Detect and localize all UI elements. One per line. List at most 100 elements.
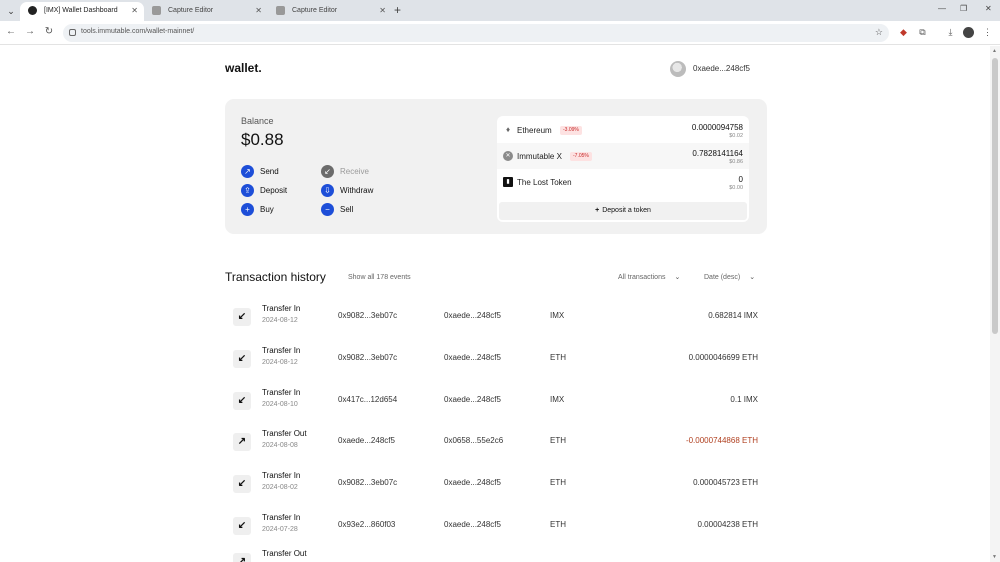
close-window-icon[interactable]: ✕ [985, 4, 992, 13]
site-info-icon[interactable] [69, 29, 76, 36]
withdraw-button[interactable]: ⇩ Withdraw [321, 184, 373, 197]
minus-icon: − [321, 203, 334, 216]
browser-tab-strip: ⌄ [IMX] Wallet Dashboard ✕ Capture Edito… [0, 0, 1000, 21]
arrow-down-left-icon: ↙ [233, 392, 251, 410]
profile-avatar-icon[interactable] [963, 27, 974, 38]
transaction-to: 0xaede...248cf5 [444, 353, 501, 362]
receive-button[interactable]: ↙ Receive [321, 165, 369, 178]
transaction-value: 0.1 IMX [730, 395, 758, 404]
sell-button[interactable]: − Sell [321, 203, 353, 216]
transaction-date: 2024-08-10 [262, 401, 298, 408]
token-row-immutable-x[interactable]: ✕ Immutable X -7.05% 0.7828141164 $0.86 [497, 143, 749, 169]
transaction-row[interactable]: ↙ Transfer In 2024-08-10 0x417c...12d654… [225, 388, 767, 424]
show-all-events-link[interactable]: Show all 178 events [348, 274, 411, 281]
balance-label: Balance [241, 116, 274, 126]
deposit-a-token-label: Deposit a token [602, 207, 651, 214]
transaction-to: 0xaede...248cf5 [444, 395, 501, 404]
token-amount: 0 [738, 175, 743, 184]
deposit-icon: ⇪ [241, 184, 254, 197]
sort-order-select[interactable]: Date (desc) ⌄ [704, 273, 755, 281]
account-menu[interactable]: 0xaede...248cf5 [670, 60, 750, 77]
wallet-logo[interactable]: wallet. [225, 61, 262, 75]
tab-title: Capture Editor [292, 7, 338, 14]
balance-card: Balance $0.88 ↗ Send ↙ Receive ⇪ Deposit… [225, 99, 767, 234]
arrow-down-left-icon: ↙ [233, 475, 251, 493]
transaction-date: 2024-08-02 [262, 484, 298, 491]
scrollbar-thumb[interactable] [992, 58, 998, 334]
withdraw-icon: ⇩ [321, 184, 334, 197]
transaction-from: 0x9082...3eb07c [338, 311, 398, 320]
scroll-down-icon[interactable]: ▼ [992, 554, 997, 560]
browser-menu-icon[interactable]: ⋮ [982, 27, 993, 38]
transaction-type-filter[interactable]: All transactions ⌄ [618, 273, 680, 281]
browser-tab-capture-editor-1[interactable]: Capture Editor ✕ [144, 2, 268, 21]
new-tab-icon[interactable]: + [394, 3, 401, 17]
send-button[interactable]: ↗ Send [241, 165, 279, 178]
transaction-row[interactable]: ↙ Transfer In 2024-08-12 0x9082...3eb07c… [225, 346, 767, 382]
transaction-date: 2024-08-12 [262, 359, 298, 366]
transaction-token: ETH [550, 520, 566, 529]
transaction-type: Transfer In [262, 513, 301, 522]
transaction-date: 2024-08-12 [262, 317, 298, 324]
token-row-ethereum[interactable]: ♦ Ethereum -3.09% 0.0000094758 $0.02 [497, 117, 749, 143]
close-tab-icon[interactable]: ✕ [131, 2, 138, 19]
transaction-row[interactable]: ↗ Transfer Out [225, 549, 767, 562]
download-icon[interactable]: ⤓ [945, 27, 956, 38]
transaction-type: Transfer In [262, 388, 301, 397]
back-icon[interactable]: ← [5, 26, 17, 37]
account-avatar [670, 60, 686, 77]
transaction-date: 2024-08-08 [262, 442, 298, 449]
close-tab-icon[interactable]: ✕ [379, 2, 386, 19]
transaction-row[interactable]: ↙ Transfer In 2024-08-12 0x9082...3eb07c… [225, 304, 767, 340]
token-fiat-value: $0.00 [729, 185, 743, 191]
token-fiat-value: $0.02 [729, 133, 743, 139]
transaction-to: 0x0658...55e2c6 [444, 436, 504, 445]
plus-icon: + [595, 207, 600, 214]
transaction-token: IMX [550, 311, 565, 320]
transaction-row[interactable]: ↙ Transfer In 2024-07-28 0x93e2...860f03… [225, 513, 767, 549]
send-label: Send [260, 167, 279, 176]
buy-button[interactable]: + Buy [241, 203, 274, 216]
transaction-token: ETH [550, 353, 566, 362]
transaction-from: 0xaede...248cf5 [338, 436, 395, 445]
transaction-token: ETH [550, 436, 566, 445]
page-scrollbar[interactable]: ▲ ▼ [990, 46, 1000, 562]
restore-icon[interactable]: ❐ [960, 4, 967, 13]
extensions-icon[interactable]: ⧉ [917, 27, 928, 38]
close-tab-icon[interactable]: ✕ [255, 2, 262, 19]
transaction-type-filter-label: All transactions [618, 274, 666, 281]
token-row-the-lost-token[interactable]: ▮ The Lost Token 0 $0.00 [497, 169, 749, 195]
address-bar[interactable]: tools.immutable.com/wallet-mainnet/ ☆ [63, 24, 889, 42]
arrow-down-left-icon: ↙ [233, 308, 251, 326]
arrow-up-right-icon: ↗ [241, 165, 254, 178]
reload-icon[interactable]: ↻ [43, 26, 55, 37]
tab-title: [IMX] Wallet Dashboard [44, 7, 118, 14]
arrow-up-right-icon: ↗ [233, 553, 251, 562]
transaction-token: IMX [550, 395, 565, 404]
transaction-value: 0.0000046699 ETH [688, 353, 758, 362]
transaction-row[interactable]: ↙ Transfer In 2024-08-02 0x9082...3eb07c… [225, 471, 767, 507]
transaction-type: Transfer Out [262, 549, 307, 558]
deposit-a-token-button[interactable]: + Deposit a token [499, 202, 747, 220]
arrow-down-left-icon: ↙ [233, 517, 251, 535]
browser-tab-capture-editor-2[interactable]: Capture Editor ✕ [268, 2, 392, 21]
sort-order-label: Date (desc) [704, 274, 741, 281]
forward-icon[interactable]: → [24, 26, 36, 37]
token-name: Ethereum [517, 126, 552, 135]
minimize-icon[interactable]: — [938, 4, 946, 13]
lost-token-icon: ▮ [503, 177, 513, 187]
browser-tab-wallet-dashboard[interactable]: [IMX] Wallet Dashboard ✕ [20, 2, 144, 21]
transaction-from: 0x9082...3eb07c [338, 353, 398, 362]
arrow-up-right-icon: ↗ [233, 433, 251, 451]
scroll-up-icon[interactable]: ▲ [992, 48, 997, 54]
transaction-row[interactable]: ↗ Transfer Out 2024-08-08 0xaede...248cf… [225, 429, 767, 465]
browser-toolbar: ← → ↻ tools.immutable.com/wallet-mainnet… [0, 21, 1000, 45]
deposit-button[interactable]: ⇪ Deposit [241, 184, 287, 197]
address-url: tools.immutable.com/wallet-mainnet/ [81, 28, 195, 35]
tab-search-icon[interactable]: ⌄ [4, 4, 18, 18]
plus-icon: + [241, 203, 254, 216]
transaction-to: 0xaede...248cf5 [444, 311, 501, 320]
account-address: 0xaede...248cf5 [693, 64, 750, 73]
metamask-extension-icon[interactable]: ◆ [898, 27, 909, 38]
bookmark-star-icon[interactable]: ☆ [875, 27, 883, 38]
